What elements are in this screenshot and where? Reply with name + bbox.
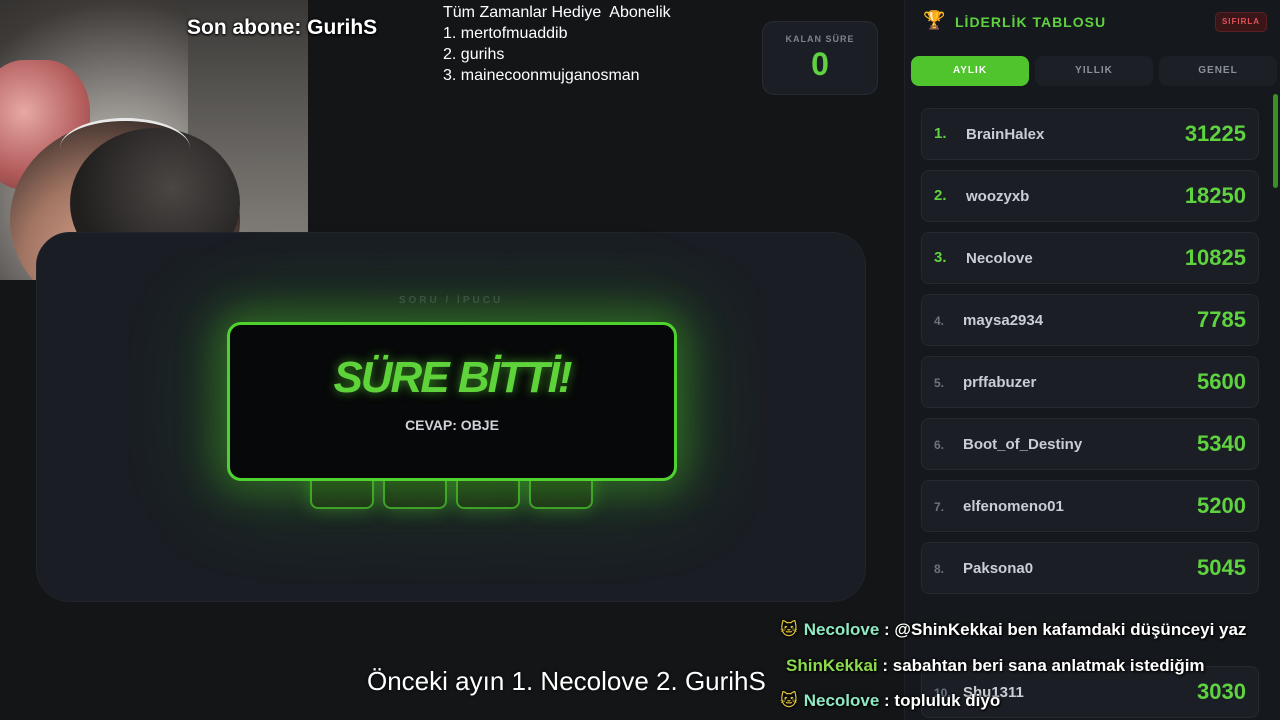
subtitle-caption: Önceki ayın 1. Necolove 2. GurihS [367,666,766,696]
leaderboard-row: 2. woozyxb 18250 [921,170,1259,222]
chat-username: ShinKekkai [786,656,878,675]
row-rank: 4. [934,314,945,328]
remaining-time-box: KALAN SÜRE 0 [762,21,878,95]
row-score: 18250 [1184,183,1246,208]
chat-message: 🐱 Necolove : topluluk diyo [780,691,1000,711]
row-score: 5340 [1197,431,1246,456]
leaderboard-row: 6. Boot_of_Destiny 5340 [921,418,1259,470]
tab-monthly[interactable]: AYLIK [911,56,1029,86]
top-gift-item: 2. gurihs [443,46,505,63]
time-up-modal: SÜRE BİTTİ! CEVAP: OBJE [227,322,677,481]
row-rank: 7. [934,500,945,514]
top-gift-heading: Tüm Zamanlar Hediye Abonelik [443,4,671,21]
chat-username: Necolove [803,691,880,710]
row-name: prffabuzer [963,374,1037,391]
tab-yearly[interactable]: YILLIK [1035,56,1153,86]
row-name: Paksona0 [963,560,1034,577]
stream-scene: Son abone: GurihS Tüm Zamanlar Hediye Ab… [0,0,1280,720]
last-subscriber: Son abone: GurihS [187,16,378,39]
leaderboard-scrollbar[interactable] [1273,94,1278,188]
top-gift-item: 1. mertofmuaddib [443,25,568,42]
reset-button[interactable]: SIFIRLA [1215,12,1267,32]
time-up-title: SÜRE BİTTİ! [333,353,572,402]
row-name: elfenomeno01 [963,498,1064,515]
leaderboard-row: 4. maysa2934 7785 [921,294,1259,346]
leaderboard-row: 8. Paksona0 5045 [921,542,1259,594]
row-score: 3030 [1197,679,1246,704]
leaderboard-header: 🏆 LİDERLİK TABLOSU SIFIRLA [905,0,1280,44]
row-score: 10825 [1184,245,1246,270]
chat-text: : topluluk diyo [879,691,1001,710]
row-name: Boot_of_Destiny [963,436,1083,453]
row-rank: 3. [934,249,947,266]
row-rank: 1. [934,125,947,142]
row-name: maysa2934 [963,312,1044,329]
answer-reveal: CEVAP: OBJE [405,417,499,433]
chat-text: : @ShinKekkai ben kafamdaki düşünceyi ya… [879,620,1247,639]
row-rank: 5. [934,376,945,390]
cat-badge-icon: 🐱 [780,620,798,639]
top-gift-item: 3. mainecoonmujganosman [443,67,640,84]
leaderboard-row: 1. BrainHalex 31225 [921,108,1259,160]
remaining-time-label: KALAN SÜRE [785,34,855,44]
leaderboard-tabs: AYLIK YILLIK GENEL [911,56,1277,86]
row-rank: 8. [934,562,945,576]
trophy-icon: 🏆 [923,10,946,30]
top-gift-subs: Tüm Zamanlar Hediye Abonelik 1. mertofmu… [443,2,671,86]
leaderboard-title: LİDERLİK TABLOSU [955,14,1107,30]
tab-general[interactable]: GENEL [1159,56,1277,86]
row-name: BrainHalex [966,126,1045,143]
row-score: 31225 [1184,121,1246,146]
chat-username: Necolove [803,620,880,639]
leaderboard-panel: 🏆 LİDERLİK TABLOSU SIFIRLA AYLIK YILLIK … [904,0,1280,720]
leaderboard-row: 3. Necolove 10825 [921,232,1259,284]
row-score: 5600 [1197,369,1246,394]
row-score: 7785 [1197,307,1246,332]
hint-label: SORU / İPUCU [398,295,504,306]
row-rank: 6. [934,438,945,452]
chat-message: ShinKekkai : sabahtan beri sana anlatmak… [786,656,1205,676]
row-name: woozyxb [966,188,1030,205]
chat-message: 🐱 Necolove : @ShinKekkai ben kafamdaki dü… [780,620,1246,640]
leaderboard-row: 5. prffabuzer 5600 [921,356,1259,408]
remaining-time-value: 0 [811,46,829,82]
row-score: 5045 [1197,555,1246,580]
chat-text: : sabahtan beri sana anlatmak istediğim [877,656,1205,675]
cat-badge-icon: 🐱 [780,691,798,710]
row-score: 5200 [1197,493,1246,518]
row-rank: 2. [934,187,947,204]
leaderboard-row: 7. elfenomeno01 5200 [921,480,1259,532]
row-name: Necolove [966,250,1033,267]
